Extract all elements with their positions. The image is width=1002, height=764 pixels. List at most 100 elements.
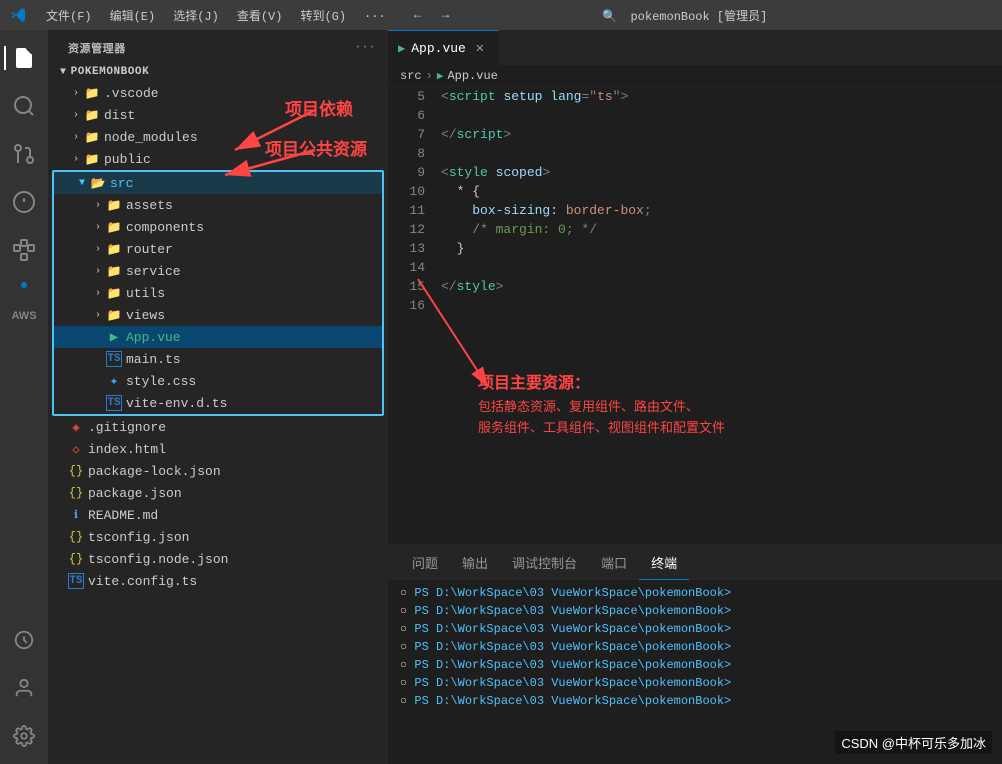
- breadcrumb-sep: ›: [426, 69, 433, 83]
- folder-open-icon: 📂: [90, 175, 106, 191]
- tree-item-app-vue[interactable]: ▶ App.vue: [54, 326, 382, 348]
- folder-icon: 📁: [106, 241, 122, 257]
- tree-item-utils[interactable]: › 📁 utils: [54, 282, 382, 304]
- folder-icon: 📁: [106, 285, 122, 301]
- menu-goto[interactable]: 转到(G): [292, 5, 354, 26]
- json-file-icon: {}: [68, 551, 84, 567]
- panel-tab-ports[interactable]: 端口: [589, 545, 639, 580]
- terminal-line: ○ PS D:\WorkSpace\03 VueWorkSpace\pokemo…: [400, 638, 990, 656]
- chevron-right-icon: ›: [90, 285, 106, 301]
- code-editor: 5 6 7 8 9 10 11 12 13 14 15 16 <script s…: [388, 87, 1002, 544]
- activity-account[interactable]: [4, 668, 44, 708]
- tree-item-vscode[interactable]: › 📁 .vscode: [48, 82, 388, 104]
- tree-item-src[interactable]: ▼ 📂 src: [54, 172, 382, 194]
- json-file-icon: {}: [68, 463, 84, 479]
- menu-more[interactable]: ...: [356, 5, 394, 26]
- activity-settings[interactable]: [4, 716, 44, 756]
- editor-area: ▶ App.vue ✕ src › ▶ App.vue 5 6 7 8 9 10…: [388, 30, 1002, 764]
- tree-label: vite-env.d.ts: [126, 396, 227, 411]
- tree-item-tsconfig-node[interactable]: {} tsconfig.node.json: [48, 548, 388, 570]
- breadcrumb: src › ▶ App.vue: [388, 65, 1002, 87]
- account-icon: [13, 677, 35, 699]
- activity-debug[interactable]: [4, 182, 44, 222]
- panel-tab-debug[interactable]: 调试控制台: [500, 545, 589, 580]
- tree-item-components[interactable]: › 📁 components: [54, 216, 382, 238]
- tree-item-tsconfig[interactable]: {} tsconfig.json: [48, 526, 388, 548]
- menu-edit[interactable]: 编辑(E): [102, 5, 164, 26]
- tree-item-index-html[interactable]: ◇ index.html: [48, 438, 388, 460]
- activity-bar: AWS: [0, 30, 48, 764]
- ts-file-icon: TS: [106, 351, 122, 367]
- sidebar-header: 资源管理器 ···: [48, 30, 388, 62]
- tab-close-button[interactable]: ✕: [472, 40, 488, 56]
- tree-label: src: [110, 176, 133, 191]
- css-file-icon: ✦: [106, 373, 122, 389]
- menu-select[interactable]: 选择(J): [165, 5, 227, 26]
- panel-tab-terminal[interactable]: 终端: [639, 545, 689, 580]
- chevron-down-icon: ▼: [60, 67, 67, 78]
- tree-label: tsconfig.json: [88, 530, 189, 545]
- menu-view[interactable]: 查看(V): [229, 5, 291, 26]
- settings-icon: [13, 725, 35, 747]
- chevron-right-icon: ›: [68, 107, 84, 123]
- code-line: </style>: [441, 277, 1002, 296]
- tree-label: service: [126, 264, 181, 279]
- tree-label: node_modules: [104, 130, 198, 145]
- remote-icon: [13, 629, 35, 651]
- activity-explorer[interactable]: [4, 38, 44, 78]
- git-icon: [12, 142, 36, 166]
- tree-label: package.json: [88, 486, 182, 501]
- project-root[interactable]: ▼ POKEMONBOOK: [48, 62, 388, 82]
- html-file-icon: ◇: [68, 441, 84, 457]
- extensions-icon: [12, 238, 36, 262]
- chevron-right-icon: ›: [90, 219, 106, 235]
- code-content[interactable]: <script setup lang="ts"> </script> <styl…: [433, 87, 1002, 544]
- tree-item-vite-config[interactable]: TS vite.config.ts: [48, 570, 388, 592]
- tree-item-node-modules[interactable]: › 📁 node_modules: [48, 126, 388, 148]
- tree-item-package-lock[interactable]: {} package-lock.json: [48, 460, 388, 482]
- terminal-line: ○ PS D:\WorkSpace\03 VueWorkSpace\pokemo…: [400, 620, 990, 638]
- panel-tab-problems[interactable]: 问题: [400, 545, 450, 580]
- sidebar: 资源管理器 ··· ▼ POKEMONBOOK › 📁 .vscode ›: [48, 30, 388, 764]
- activity-search[interactable]: [4, 86, 44, 126]
- tree-item-assets[interactable]: › 📁 assets: [54, 194, 382, 216]
- terminal-line: ○ PS D:\WorkSpace\03 VueWorkSpace\pokemo…: [400, 584, 990, 602]
- terminal-line: ○ PS D:\WorkSpace\03 VueWorkSpace\pokemo…: [400, 674, 990, 692]
- code-line: box-sizing: border-box;: [441, 201, 1002, 220]
- nav-forward[interactable]: →: [434, 3, 458, 27]
- activity-extensions[interactable]: [4, 230, 44, 270]
- line-numbers: 5 6 7 8 9 10 11 12 13 14 15 16: [388, 87, 433, 544]
- tree-item-views[interactable]: › 📁 views: [54, 304, 382, 326]
- tree-item-service[interactable]: › 📁 service: [54, 260, 382, 282]
- window-title: 🔍 pokemonBook [管理员]: [602, 7, 767, 24]
- tree-item-router[interactable]: › 📁 router: [54, 238, 382, 260]
- folder-icon: 📁: [84, 107, 100, 123]
- activity-remote[interactable]: [4, 620, 44, 660]
- panel-tab-output[interactable]: 输出: [450, 545, 500, 580]
- sidebar-title: 资源管理器: [68, 40, 126, 56]
- tree-item-vite-env[interactable]: TS vite-env.d.ts: [54, 392, 382, 414]
- tab-app-vue[interactable]: ▶ App.vue ✕: [388, 30, 499, 65]
- chevron-right-icon: ›: [68, 85, 84, 101]
- sidebar-menu-icon[interactable]: ···: [355, 42, 376, 54]
- terminal-line: ○ PS D:\WorkSpace\03 VueWorkSpace\pokemo…: [400, 656, 990, 674]
- tree-item-package-json[interactable]: {} package.json: [48, 482, 388, 504]
- code-line: * {: [441, 182, 1002, 201]
- nav-back[interactable]: ←: [406, 3, 430, 27]
- tree-item-public[interactable]: › 📁 public: [48, 148, 388, 170]
- tree-item-gitignore[interactable]: ◈ .gitignore: [48, 416, 388, 438]
- tree-item-style-css[interactable]: ✦ style.css: [54, 370, 382, 392]
- tree-item-readme[interactable]: ℹ README.md: [48, 504, 388, 526]
- activity-aws[interactable]: AWS: [4, 296, 44, 336]
- activity-git[interactable]: [4, 134, 44, 174]
- menu-file[interactable]: 文件(F): [38, 5, 100, 26]
- menu-bar: 文件(F) 编辑(E) 选择(J) 查看(V) 转到(G) ...: [38, 5, 394, 26]
- tree-item-dist[interactable]: › 📁 dist: [48, 104, 388, 126]
- tree-item-main-ts[interactable]: TS main.ts: [54, 348, 382, 370]
- tree-label: .gitignore: [88, 420, 166, 435]
- terminal-content[interactable]: ○ PS D:\WorkSpace\03 VueWorkSpace\pokemo…: [388, 580, 1002, 764]
- activity-bar-bottom: [4, 620, 44, 756]
- tree-label: dist: [104, 108, 135, 123]
- ts-file-icon: TS: [68, 573, 84, 589]
- vue-tab-icon: ▶: [398, 41, 405, 56]
